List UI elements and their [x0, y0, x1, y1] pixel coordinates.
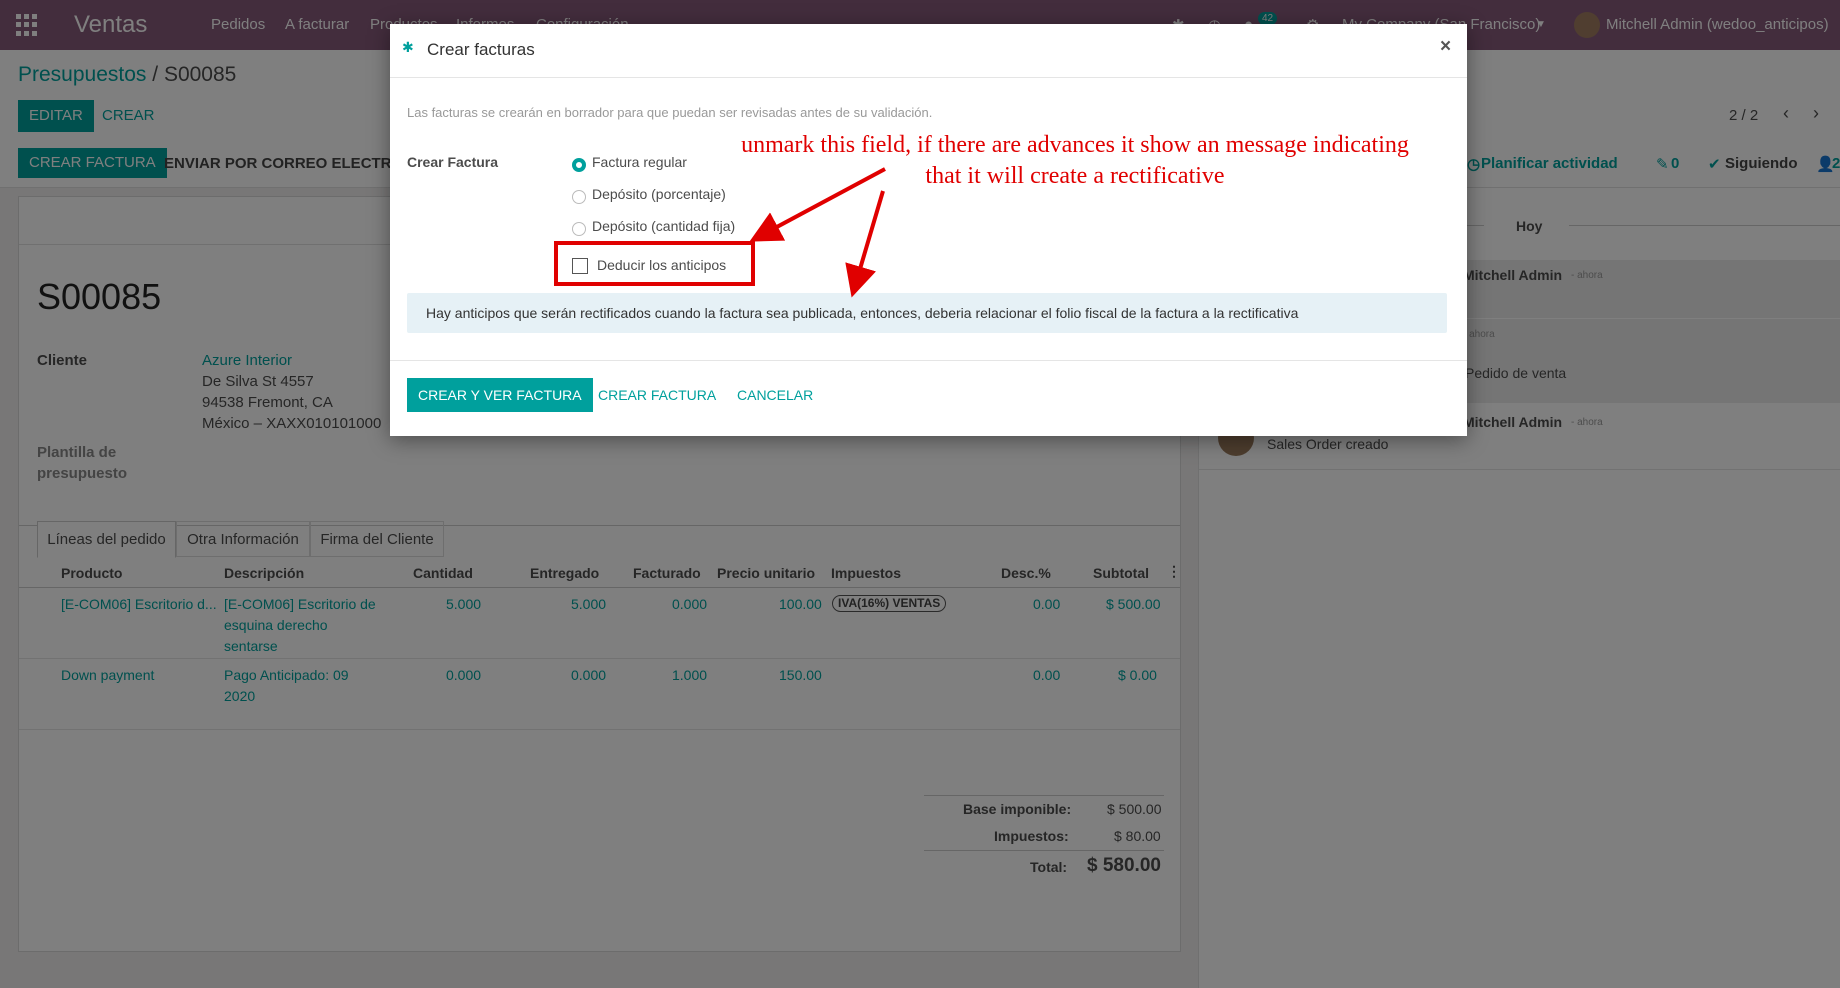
- annotation-arrows: [749, 167, 886, 298]
- create-invoices-dialog: ✱ Crear facturas × Las facturas se crear…: [390, 24, 1467, 436]
- arrow-to-alert: [845, 190, 885, 298]
- arrow-to-checkbox: [749, 167, 886, 242]
